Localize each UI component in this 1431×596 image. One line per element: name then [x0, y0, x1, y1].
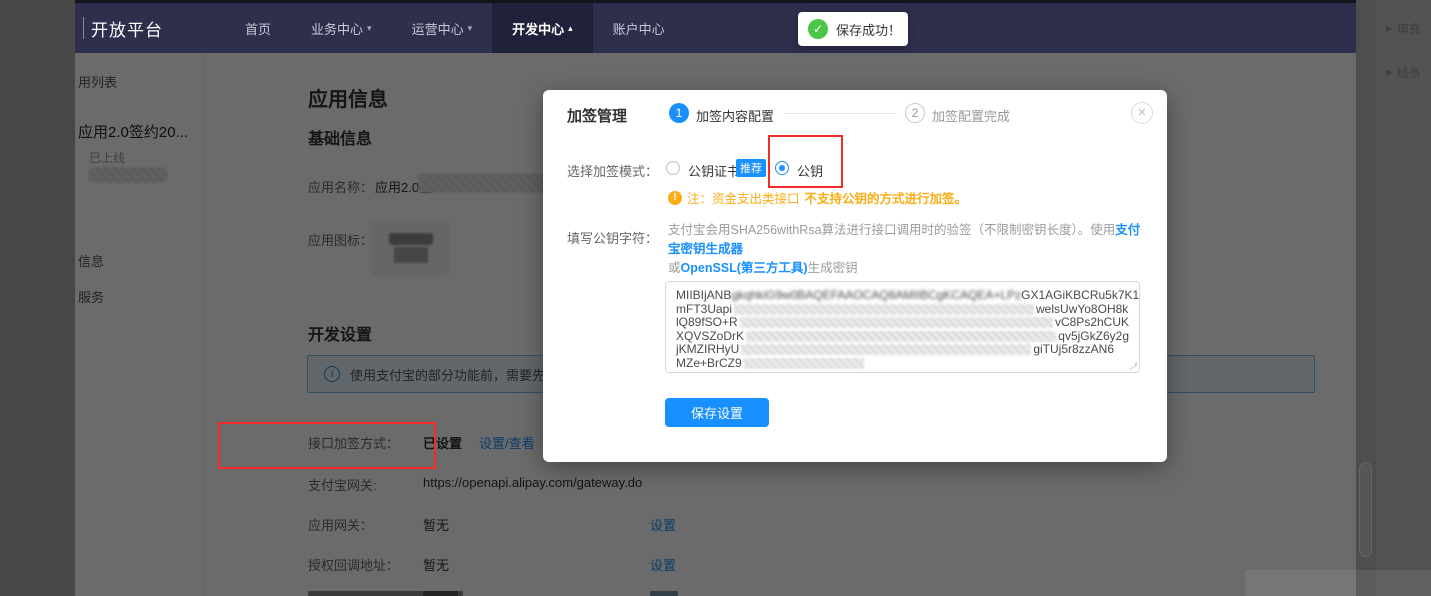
brand[interactable]: 开放平台 [83, 3, 163, 53]
nav-item-home[interactable]: 首页 [225, 3, 291, 53]
chevron-down-icon: ▾ [367, 23, 372, 34]
key-blur-block [744, 358, 864, 369]
step2-label: 加签配置完成 [932, 106, 1010, 125]
nav-item-label: 业务中心 [311, 19, 363, 38]
chevron-down-icon: ▾ [468, 23, 473, 34]
recommended-badge: 推荐 [736, 159, 766, 177]
key-text-blurred: gkqhkiG9w0BAQEFAAOCAQ8AMIIBCgKCAQEA+LPz [731, 289, 1021, 303]
nav-item-label: 账户中心 [613, 19, 665, 38]
key-line: MZe+BrCZ9 [676, 357, 1129, 371]
tool-fill-label: 填充 [1397, 20, 1421, 37]
step1-label: 加签内容配置 [696, 106, 774, 125]
sign-management-modal: 加签管理 1 加签内容配置 2 加签配置完成 ✕ 选择加签模式： 公钥证书 推荐… [543, 90, 1167, 462]
desc-line1: 支付宝会用SHA256withRsa算法进行接口调用时的验签（不限制密钥长度）。… [668, 221, 1143, 259]
textarea-resize-handle[interactable] [1129, 362, 1137, 370]
close-icon[interactable]: ✕ [1131, 102, 1153, 124]
triangle-right-icon: ▶ [1386, 67, 1393, 78]
modal-title: 加签管理 [567, 105, 627, 126]
scrollbar-thumb[interactable] [1359, 462, 1372, 557]
key-text: MZe+BrCZ9 [676, 357, 742, 371]
brand-name: 开放平台 [91, 16, 163, 41]
nav-item-label: 运营中心 [412, 19, 464, 38]
key-text: giTUj5r8zzAN6 [1033, 343, 1114, 357]
key-blur-block [741, 344, 1031, 355]
save-success-toast: ✓ 保存成功！ [798, 12, 908, 46]
fund-api-warning: ! 注：资金支出类接口不支持公钥的方式进行加签。 [668, 188, 967, 207]
warning-icon: ! [668, 191, 682, 205]
step2-circle: 2 [905, 103, 925, 123]
public-key-textarea[interactable]: MIIBIjANBgkqhkiG9w0BAQEFAAOCAQ8AMIIBCgKC… [665, 281, 1140, 373]
key-line: XQVSZoDrK qv5jGkZ6y2g [676, 330, 1129, 344]
tool-line-label: 线条 [1397, 64, 1421, 81]
key-line: lQ89fSO+R vC8Ps2hCUK [676, 316, 1129, 330]
desc-text: 或 [668, 261, 681, 275]
triangle-right-icon: ▶ [1386, 23, 1393, 34]
chevron-up-icon: ▴ [568, 23, 573, 34]
key-blur-block [734, 304, 1034, 315]
warning-text-em: 不支持公钥的方式进行加签。 [805, 188, 968, 207]
key-text: welsUwYo8OH8k [1036, 303, 1128, 317]
tool-right-panel: ▶ 填充 ▶ 线条 [1376, 0, 1431, 596]
key-text: jKMZIRHyU [676, 343, 739, 357]
key-text: GX1AGiKBCRu5k7K1cbIH [1021, 289, 1140, 303]
check-circle-icon: ✓ [808, 19, 828, 39]
tool-line-option[interactable]: ▶ 线条 [1386, 64, 1421, 81]
toast-message: 保存成功！ [836, 20, 901, 39]
nav-item-dev-center[interactable]: 开发中心 ▴ [492, 3, 593, 53]
nav-menu: 首页 业务中心 ▾ 运营中心 ▾ 开发中心 ▴ 账户中心 [225, 3, 685, 53]
key-line: jKMZIRHyU giTUj5r8zzAN6 [676, 343, 1129, 357]
key-text: MIIBIjANB [676, 289, 731, 303]
nav-item-operation-center[interactable]: 运营中心 ▾ [392, 3, 493, 53]
step1-circle: 1 [669, 103, 689, 123]
key-text: qv5jGkZ6y2g [1058, 330, 1129, 344]
nav-item-business-center[interactable]: 业务中心 ▾ [291, 3, 392, 53]
radio-public-key-cert[interactable] [666, 161, 680, 175]
openssl-link[interactable]: OpenSSL(第三方工具) [681, 261, 808, 275]
key-blur-block [746, 331, 1056, 342]
save-settings-button[interactable]: 保存设置 [665, 398, 769, 427]
annotation-rect-public-key [768, 135, 843, 188]
nav-item-account-center[interactable]: 账户中心 [593, 3, 685, 53]
key-line: MIIBIjANBgkqhkiG9w0BAQEFAAOCAQ8AMIIBCgKC… [676, 289, 1129, 303]
scrollbar-track[interactable] [1356, 0, 1376, 596]
step-connector-line [785, 113, 897, 114]
key-text: lQ89fSO+R [676, 316, 738, 330]
top-navbar: 开放平台 首页 业务中心 ▾ 运营中心 ▾ 开发中心 ▴ 账户中心 [75, 3, 1356, 53]
warning-text-pre: 注：资金支出类接口 [687, 188, 800, 207]
key-text: mFT3Uapi [676, 303, 732, 317]
key-text: vC8Ps2hCUK [1055, 316, 1129, 330]
desc-line2: 或OpenSSL(第三方工具)生成密钥 [668, 259, 1143, 278]
nav-item-label: 开发中心 [512, 19, 564, 38]
public-key-description: 支付宝会用SHA256withRsa算法进行接口调用时的验签（不限制密钥长度）。… [668, 221, 1143, 278]
tool-corner-rect [1245, 570, 1431, 596]
key-text: XQVSZoDrK [676, 330, 744, 344]
brand-separator [83, 17, 84, 39]
tool-fill-option[interactable]: ▶ 填充 [1386, 20, 1421, 37]
annotation-rect-sign-mode-row [218, 422, 436, 469]
desc-text: 支付宝会用SHA256withRsa算法进行接口调用时的验签（不限制密钥长度）。… [668, 223, 1115, 237]
key-line: mFT3Uapi welsUwYo8OH8k [676, 303, 1129, 317]
option-public-key-cert-label[interactable]: 公钥证书 [688, 161, 740, 180]
sign-mode-label: 选择加签模式： [567, 161, 658, 180]
desc-text: 生成密钥 [808, 261, 858, 275]
key-blur-block [740, 317, 1053, 328]
nav-item-label: 首页 [245, 19, 271, 38]
public-key-label: 填写公钥字符： [567, 228, 658, 247]
tool-left-strip [0, 0, 75, 596]
